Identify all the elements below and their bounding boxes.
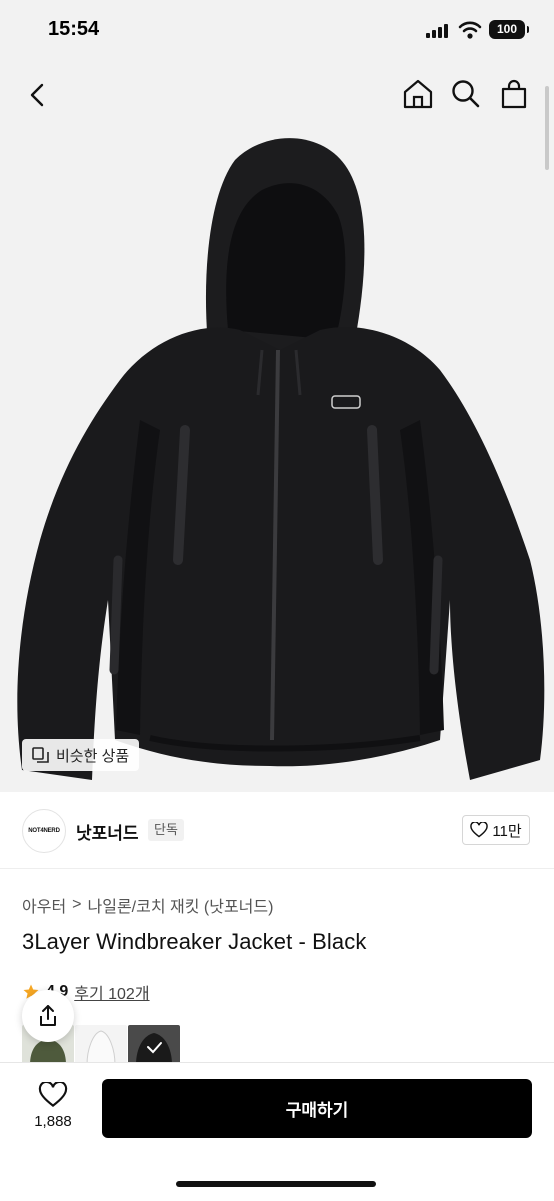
back-button[interactable]	[20, 78, 56, 114]
breadcrumb: 아우터 > 나일론/코치 재킷 (낫포너드)	[22, 893, 273, 917]
product-title: 3Layer Windbreaker Jacket - Black	[22, 929, 367, 954]
heart-icon	[470, 822, 489, 838]
divider	[0, 868, 554, 869]
brand-name[interactable]: 낫포너드	[76, 819, 139, 844]
breadcrumb-subcategory[interactable]: 나일론/코치 재킷 (낫포너드)	[88, 893, 274, 917]
white-jacket-image	[86, 1030, 116, 1065]
black-jacket-image	[136, 1033, 172, 1065]
battery-icon: 100	[489, 20, 529, 39]
cellular-signal-icon	[426, 24, 452, 38]
breadcrumb-separator: >	[72, 896, 82, 913]
wish-count: 1,888	[34, 1113, 72, 1130]
share-icon	[40, 1005, 56, 1026]
search-button[interactable]	[448, 76, 484, 112]
share-button[interactable]	[22, 990, 74, 1042]
back-icon	[30, 83, 44, 107]
wifi-icon	[458, 21, 482, 39]
heart-icon	[38, 1080, 68, 1107]
brand-logo[interactable]: NOT4NERD	[22, 809, 66, 853]
product-image[interactable]	[0, 60, 554, 792]
color-thumbnail-black[interactable]	[128, 1025, 180, 1065]
bag-icon	[501, 79, 527, 109]
similar-icon	[32, 747, 49, 763]
home-icon	[403, 79, 433, 109]
wish-button[interactable]	[22, 1080, 84, 1140]
scroll-indicator[interactable]	[545, 86, 549, 170]
exclusive-badge: 단독	[148, 819, 184, 841]
status-time: 15:54	[48, 18, 100, 40]
breadcrumb-category[interactable]: 아우터	[22, 893, 66, 917]
review-link[interactable]: 후기 102개	[74, 980, 149, 1004]
home-indicator[interactable]	[176, 1181, 376, 1187]
search-icon	[452, 80, 480, 108]
brand-like-button[interactable]: 11만	[462, 815, 530, 845]
similar-products-label: 비슷한 상품	[56, 747, 130, 765]
color-thumbnail-white[interactable]	[75, 1025, 127, 1065]
buy-button[interactable]: 구매하기	[102, 1079, 532, 1138]
brand-like-count: 11만	[492, 822, 522, 840]
similar-products-button[interactable]: 비슷한 상품	[22, 739, 140, 771]
cart-button[interactable]	[496, 76, 532, 112]
home-button[interactable]	[400, 76, 436, 112]
jacket-illustration	[17, 138, 545, 780]
